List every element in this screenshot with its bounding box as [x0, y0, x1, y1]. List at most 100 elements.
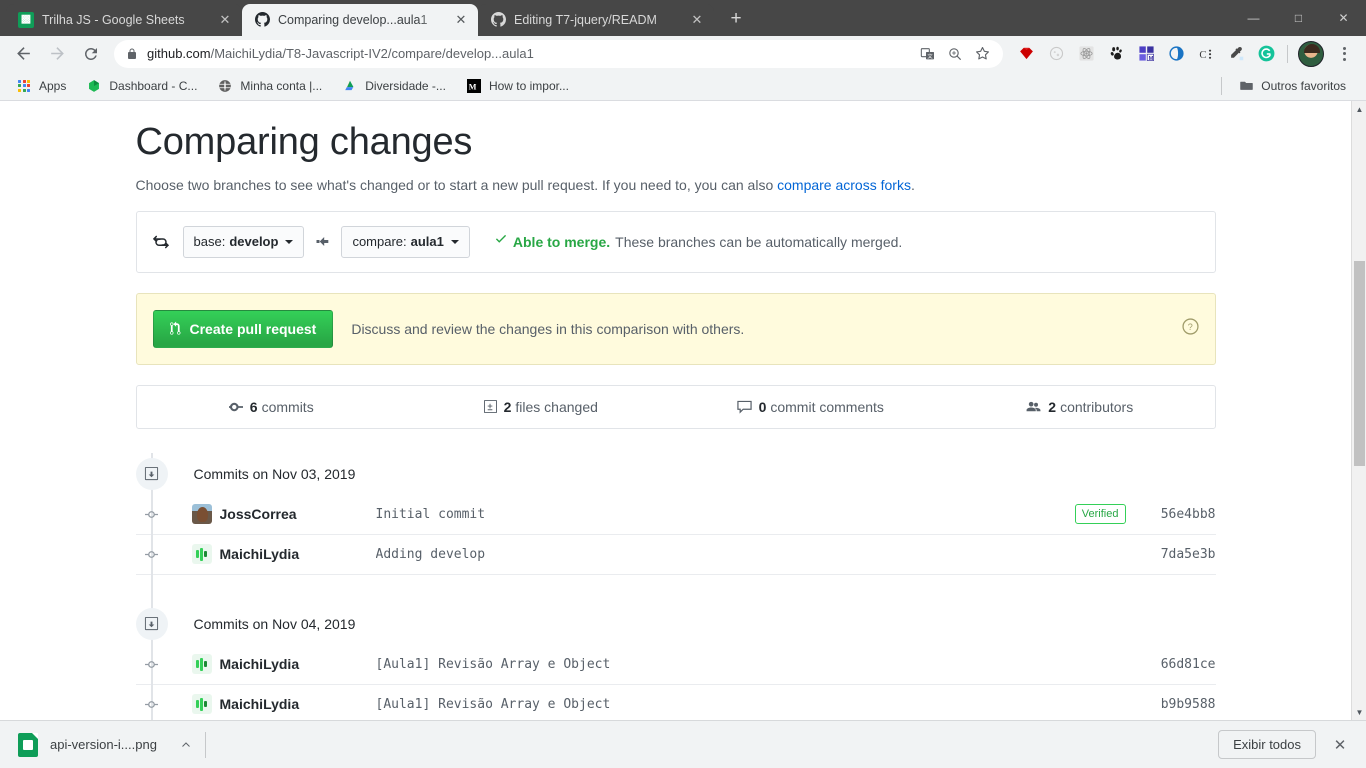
bookmark-label: Minha conta |...: [240, 78, 323, 93]
bookmarks-divider: [1221, 76, 1223, 95]
compare-across-forks-link[interactable]: compare across forks: [777, 177, 911, 193]
blue-swirl-extension-icon[interactable]: [1162, 40, 1190, 68]
chevron-up-icon[interactable]: [175, 734, 197, 756]
gnome-extension-icon[interactable]: [1102, 40, 1130, 68]
address-bar[interactable]: github.com/MaichiLydia/T8-Javascript-IV2…: [114, 39, 1003, 68]
stat-commit-comments[interactable]: 0 commit comments: [676, 386, 946, 428]
new-tab-button[interactable]: +: [722, 5, 750, 33]
base-branch-name: develop: [229, 233, 279, 249]
zoom-magnifier-icon[interactable]: [942, 41, 968, 67]
file-diff-icon: [483, 399, 497, 414]
maximize-button[interactable]: □: [1276, 0, 1321, 36]
commit-message[interactable]: [Aula1] Revisão Array e Object: [376, 657, 1140, 672]
commit-sha[interactable]: b9b9588: [1140, 697, 1216, 712]
commit-row[interactable]: MaichiLydia Adding develop 7da5e3b: [135, 535, 1216, 575]
moon-extension-icon[interactable]: [1042, 40, 1070, 68]
translate-icon[interactable]: 文: [915, 41, 941, 67]
bookmark-label: Diversidade -...: [365, 78, 446, 93]
commit-row[interactable]: MaichiLydia [Aula1] Revisão Array e Obje…: [135, 645, 1216, 685]
stat-count: 2: [1048, 398, 1057, 415]
close-icon[interactable]: ✕: [1326, 731, 1354, 759]
download-item[interactable]: api-version-i....png: [12, 728, 163, 762]
back-button[interactable]: [8, 39, 38, 69]
commit-author[interactable]: MaichiLydia: [220, 656, 376, 672]
commit-row[interactable]: JossCorrea Initial commit Verified 56e4b…: [135, 495, 1216, 535]
star-icon[interactable]: [969, 41, 995, 67]
status-badge[interactable]: Verified: [1074, 504, 1126, 525]
other-bookmarks: Outros favoritos: [1213, 75, 1358, 97]
kebab-menu-icon[interactable]: [1330, 40, 1358, 68]
tab-close-icon[interactable]: ✕: [688, 11, 706, 29]
avatar: [191, 504, 212, 525]
merge-status-ok: Able to merge.: [494, 233, 610, 250]
merge-status-detail: These branches can be automatically merg…: [615, 233, 903, 250]
page-viewport: Comparing changes Choose two branches to…: [0, 101, 1366, 721]
react-devtools-icon[interactable]: [1072, 40, 1100, 68]
download-bar: api-version-i....png Exibir todos ✕: [0, 720, 1366, 768]
bookmark-diversidade[interactable]: Diversidade -...: [334, 75, 454, 97]
commit-message[interactable]: Adding develop: [376, 547, 1140, 562]
browser-tab-2[interactable]: Editing T7-jquery/READM ✕: [478, 3, 714, 36]
scroll-up-arrow-icon[interactable]: ▲: [1352, 101, 1366, 117]
bookmark-apps[interactable]: Apps: [8, 75, 74, 97]
download-divider: [204, 731, 206, 758]
forward-button[interactable]: [42, 39, 72, 69]
commit-author[interactable]: MaichiLydia: [220, 696, 376, 712]
commit-row[interactable]: MaichiLydia [Aula1] Revisão Array e Obje…: [136, 685, 1216, 720]
scrollbar-thumb[interactable]: [1354, 261, 1365, 467]
stat-count: 6: [249, 398, 258, 415]
base-branch-selector[interactable]: base: develop: [182, 225, 305, 258]
apps-grid-icon: [16, 78, 32, 94]
eyedropper-icon[interactable]: [1222, 40, 1250, 68]
commit-author[interactable]: JossCorrea: [220, 506, 376, 522]
create-pr-label: Create pull request: [189, 320, 317, 337]
close-window-button[interactable]: ✕: [1321, 0, 1366, 36]
scroll-down-arrow-icon[interactable]: ▼: [1352, 704, 1366, 720]
subtitle-period: .: [910, 176, 915, 193]
metamask-icon[interactable]: M: [1132, 40, 1160, 68]
stat-files-changed[interactable]: 2 files changed: [406, 386, 676, 428]
download-file-name: api-version-i....png: [50, 737, 157, 753]
commit-sha[interactable]: 56e4bb8: [1140, 507, 1216, 522]
tab-close-icon[interactable]: ✕: [452, 11, 470, 29]
commit-icon: [228, 400, 243, 414]
stat-label: commit comments: [770, 398, 884, 415]
bookmark-how-to-import[interactable]: M How to impor...: [458, 75, 577, 97]
bookmark-minha-conta[interactable]: Minha conta |...: [209, 75, 330, 97]
colorzilla-icon[interactable]: C: [1192, 40, 1220, 68]
toolbar-divider: [1287, 44, 1288, 63]
create-pull-request-button[interactable]: Create pull request: [152, 309, 334, 348]
stat-commits[interactable]: 6 commits: [137, 386, 407, 428]
grammarly-icon[interactable]: [1252, 40, 1280, 68]
timeline-node-icon: [136, 548, 168, 561]
compare-branch-selector[interactable]: compare: aula1: [341, 225, 470, 258]
bookmarks-bar: Apps Dashboard - C... Minha conta |... D…: [0, 71, 1366, 102]
question-circle-icon[interactable]: ?: [1181, 318, 1199, 340]
tab-close-icon[interactable]: ✕: [216, 11, 234, 29]
commit-author[interactable]: MaichiLydia: [220, 546, 376, 562]
stat-contributors[interactable]: 2 contributors: [945, 386, 1215, 428]
commits-timeline: Commits on Nov 03, 2019 JossCorrea Initi…: [135, 452, 1216, 721]
profile-avatar[interactable]: [1298, 40, 1324, 67]
commit-message[interactable]: Initial commit: [376, 507, 1075, 522]
commit-sha[interactable]: 7da5e3b: [1140, 547, 1216, 562]
timeline-node-icon: [136, 658, 168, 671]
merge-status: Able to merge. These branches can be aut…: [494, 233, 902, 250]
stat-label: commits: [261, 398, 314, 415]
browser-tab-1[interactable]: Comparing develop...aula1 ✕: [242, 3, 478, 36]
ruby-extension-icon[interactable]: [1012, 40, 1040, 68]
browser-tab-0[interactable]: ▩ Trilha JS - Google Sheets ✕: [6, 3, 242, 36]
minimize-button[interactable]: —: [1231, 0, 1276, 36]
page-title: Comparing changes: [135, 121, 473, 164]
reload-button[interactable]: [76, 39, 106, 69]
stat-count: 2: [503, 398, 512, 415]
page-scrollbar[interactable]: ▲ ▼: [1351, 101, 1366, 721]
swap-branches-icon[interactable]: [152, 233, 169, 251]
extension-icons: M C: [1011, 40, 1360, 68]
bookmark-dashboard[interactable]: Dashboard - C...: [78, 75, 205, 97]
lock-icon: [126, 48, 138, 60]
commit-sha[interactable]: 66d81ce: [1140, 657, 1216, 672]
other-bookmarks-button[interactable]: Outros favoritos: [1230, 75, 1354, 97]
show-all-downloads-button[interactable]: Exibir todos: [1218, 730, 1316, 760]
commit-message[interactable]: [Aula1] Revisão Array e Object: [376, 697, 1140, 712]
